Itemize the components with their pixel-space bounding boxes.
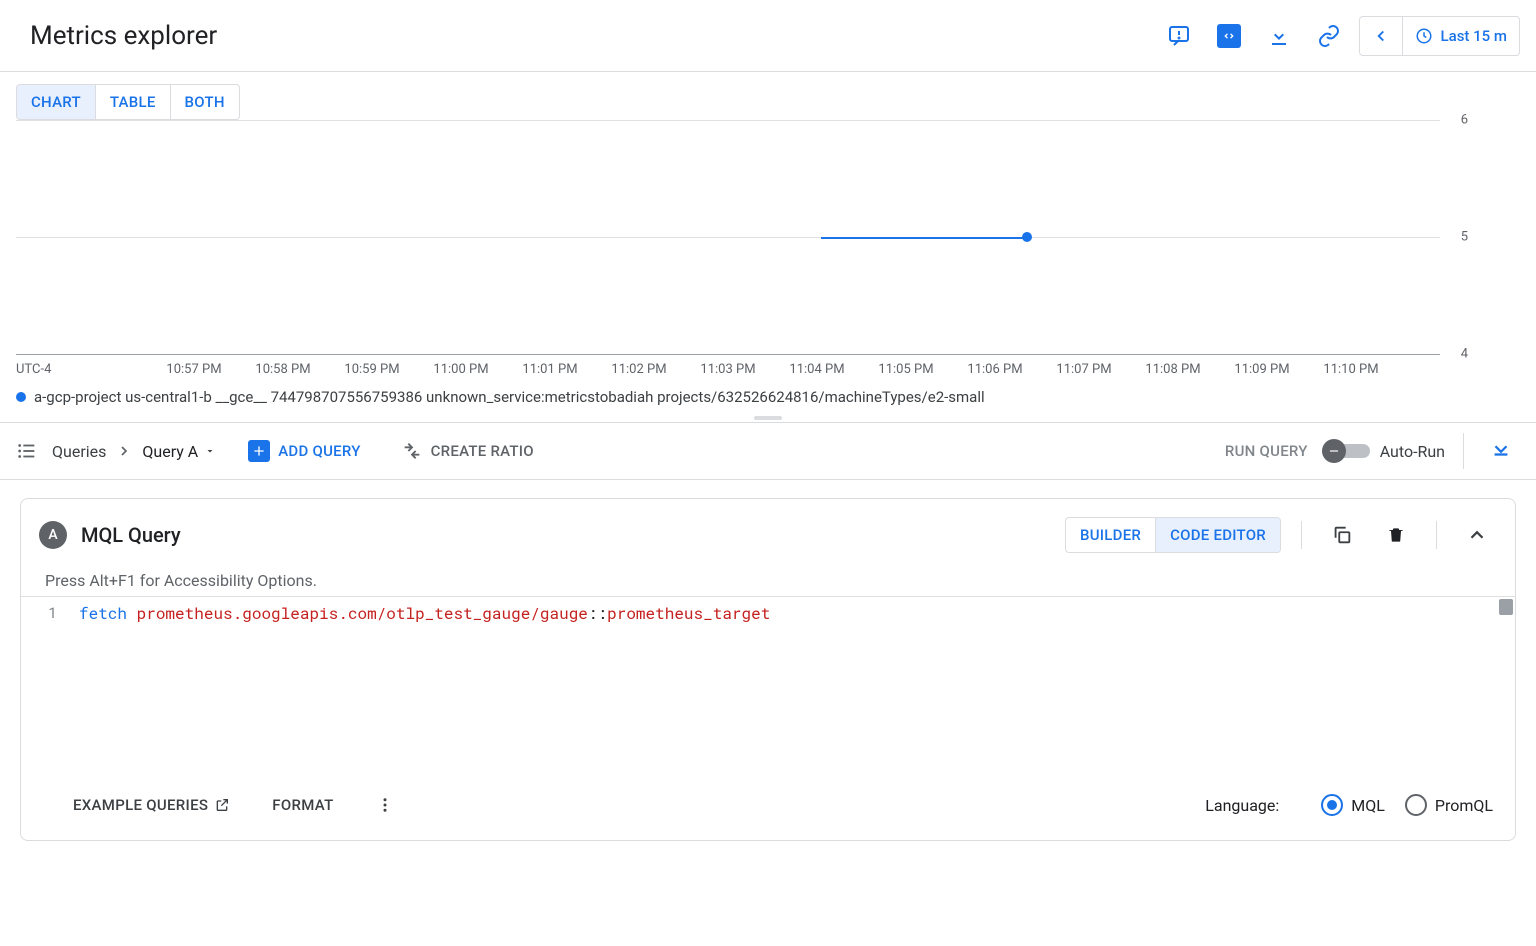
chart-data-point[interactable] [1022, 232, 1032, 242]
radio-unchecked-icon [1405, 794, 1427, 816]
query-selector-dropdown[interactable]: Query A [142, 442, 216, 461]
timezone-label: UTC-4 [16, 362, 51, 377]
tab-table[interactable]: TABLE [95, 85, 170, 119]
page-header: Metrics explorer Last 15 m [0, 0, 1536, 72]
time-range-prev-button[interactable] [1360, 17, 1402, 55]
delete-query-button[interactable] [1376, 515, 1416, 555]
chart-plot [16, 120, 1440, 354]
add-query-button[interactable]: ADD QUERY [248, 440, 360, 462]
autorun-label: Auto-Run [1380, 442, 1445, 461]
line-number-gutter: 1 [21, 597, 71, 776]
editor-title: MQL Query [81, 523, 181, 547]
collapse-panel-button[interactable] [1482, 438, 1520, 464]
x-tick: 11:07 PM [1056, 362, 1111, 377]
plus-icon [248, 440, 270, 462]
x-axis-line [16, 354, 1440, 355]
tab-chart[interactable]: CHART [17, 85, 95, 119]
code-icon[interactable] [1205, 12, 1253, 60]
time-range-label: Last 15 m [1441, 27, 1507, 45]
x-axis: UTC-4 10:57 PM 10:58 PM 10:59 PM 11:00 P… [16, 358, 1440, 380]
mode-builder-button[interactable]: BUILDER [1066, 518, 1155, 552]
language-label: Language: [1205, 796, 1279, 815]
run-query-button[interactable]: RUN QUERY [1225, 442, 1308, 460]
feedback-icon[interactable] [1155, 12, 1203, 60]
x-tick: 11:02 PM [611, 362, 666, 377]
time-range-selector: Last 15 m [1359, 16, 1520, 56]
x-tick: 11:09 PM [1234, 362, 1289, 377]
more-options-button[interactable] [376, 796, 394, 814]
y-tick: 6 [1461, 113, 1468, 128]
autorun-toggle[interactable]: Auto-Run [1322, 439, 1445, 463]
gridline [16, 237, 1440, 238]
editor-mode-toggle: BUILDER CODE EDITOR [1065, 517, 1281, 553]
copy-icon [1331, 524, 1353, 546]
x-tick: 11:06 PM [967, 362, 1022, 377]
collapse-editor-button[interactable] [1457, 515, 1497, 555]
more-vert-icon [376, 796, 394, 814]
trash-icon [1386, 525, 1406, 545]
query-editor-card: A MQL Query BUILDER CODE EDITOR Press Al… [20, 498, 1516, 841]
code-content[interactable]: fetch prometheus.googleapis.com/otlp_tes… [71, 597, 1515, 776]
chevron-right-icon [116, 443, 132, 459]
query-bar: Queries Query A ADD QUERY CREATE RATIO R… [0, 422, 1536, 480]
clock-icon [1415, 27, 1433, 45]
chart-series-line [821, 237, 1027, 239]
editor-header: A MQL Query BUILDER CODE EDITOR [21, 499, 1515, 567]
y-tick: 5 [1461, 230, 1468, 245]
x-tick: 10:58 PM [255, 362, 310, 377]
caret-down-icon [204, 445, 216, 457]
copy-query-button[interactable] [1322, 515, 1362, 555]
create-ratio-label: CREATE RATIO [431, 442, 534, 460]
format-button[interactable]: FORMAT [272, 796, 333, 814]
add-query-label: ADD QUERY [278, 442, 360, 460]
header-actions: Last 15 m [1155, 12, 1520, 60]
download-icon[interactable] [1255, 12, 1303, 60]
tab-both[interactable]: BOTH [170, 85, 239, 119]
create-ratio-button[interactable]: CREATE RATIO [401, 440, 534, 462]
y-axis: 6 5 4 [1450, 120, 1520, 354]
language-radio-mql[interactable]: MQL [1321, 794, 1385, 816]
legend-label: a-gcp-project us-central1-b __gce__ 7447… [34, 388, 985, 406]
external-link-icon [214, 797, 230, 813]
x-tick: 11:05 PM [878, 362, 933, 377]
query-badge: A [39, 521, 67, 549]
x-tick: 10:57 PM [166, 362, 221, 377]
accessibility-hint: Press Alt+F1 for Accessibility Options. [21, 567, 1515, 596]
x-tick: 11:03 PM [700, 362, 755, 377]
editor-footer: EXAMPLE QUERIES FORMAT Language: MQL Pro… [21, 776, 1515, 840]
x-tick: 11:04 PM [789, 362, 844, 377]
legend-color-swatch [16, 392, 26, 402]
radio-checked-icon [1321, 794, 1343, 816]
query-breadcrumb: Queries Query A [52, 442, 216, 461]
mode-code-editor-button[interactable]: CODE EDITOR [1155, 518, 1280, 552]
editor-scrollbar[interactable] [1499, 599, 1513, 615]
page-title: Metrics explorer [16, 21, 217, 51]
queries-list-icon[interactable] [16, 440, 38, 462]
toggle-thumb-off-icon [1322, 439, 1346, 463]
x-tick: 11:00 PM [433, 362, 488, 377]
current-query-label: Query A [142, 442, 198, 461]
view-tabs: CHART TABLE BOTH [0, 72, 1536, 120]
chart: 6 5 4 UTC-4 10:57 PM 10:58 PM 10:59 PM 1… [16, 120, 1520, 380]
x-tick: 11:08 PM [1145, 362, 1200, 377]
gridline [16, 120, 1440, 121]
time-range-button[interactable]: Last 15 m [1403, 17, 1519, 55]
panel-resize-handle[interactable] [0, 414, 1536, 422]
ratio-icon [401, 440, 423, 462]
x-tick: 10:59 PM [344, 362, 399, 377]
y-tick: 4 [1461, 347, 1468, 362]
x-tick: 11:01 PM [522, 362, 577, 377]
chevron-up-icon [1466, 524, 1488, 546]
link-icon[interactable] [1305, 12, 1353, 60]
x-tick: 11:10 PM [1323, 362, 1378, 377]
chart-legend[interactable]: a-gcp-project us-central1-b __gce__ 7447… [0, 380, 1536, 414]
code-editor[interactable]: 1 fetch prometheus.googleapis.com/otlp_t… [21, 596, 1515, 776]
example-queries-button[interactable]: EXAMPLE QUERIES [73, 796, 230, 814]
language-radio-group: MQL PromQL [1321, 794, 1493, 816]
queries-label[interactable]: Queries [52, 442, 106, 461]
language-radio-promql[interactable]: PromQL [1405, 794, 1493, 816]
